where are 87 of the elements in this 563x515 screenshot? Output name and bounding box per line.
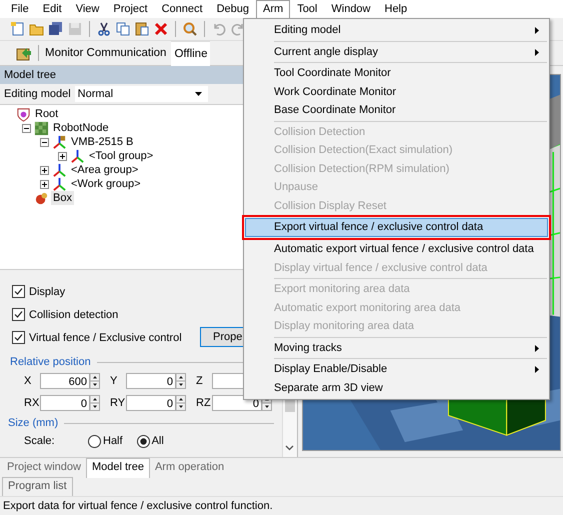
collapse-icon[interactable] (22, 124, 31, 132)
menu-bar-item[interactable]: View (68, 0, 106, 18)
field-label: RY (110, 397, 126, 409)
checkbox[interactable] (12, 308, 25, 321)
menu-bar-item[interactable]: Debug (210, 0, 256, 18)
scale-label: Scale: (24, 435, 56, 447)
copy-icon[interactable] (115, 21, 131, 37)
submenu-arrow-icon (535, 344, 539, 352)
editing-model-dropdown[interactable]: Normal (74, 86, 208, 102)
field-label: Z (196, 375, 204, 387)
tab[interactable]: Project window (2, 459, 86, 478)
expand-icon[interactable] (40, 180, 49, 188)
field-label: X (24, 375, 32, 387)
radio-label: All (152, 435, 164, 447)
tab[interactable]: Model tree (86, 458, 150, 478)
collapse-icon[interactable] (40, 138, 49, 146)
expand-icon[interactable] (58, 152, 67, 160)
axes-icon (52, 134, 67, 150)
expand-icon[interactable] (40, 166, 49, 174)
menu-bar-item[interactable]: Arm (256, 0, 290, 18)
checker-icon (34, 120, 49, 136)
paste-icon[interactable] (134, 21, 150, 37)
radio-button[interactable] (88, 434, 101, 448)
tab[interactable]: Arm operation (150, 459, 230, 478)
menu-item[interactable]: Display Enable/Disable (246, 360, 547, 378)
menu-bar-item[interactable]: Tool (290, 0, 324, 18)
tree-item[interactable]: Root (33, 107, 60, 121)
tree-item[interactable]: RobotNode (51, 121, 111, 135)
tree-item[interactable]: Box (51, 191, 74, 205)
redo-icon[interactable] (230, 21, 246, 37)
menu-item[interactable]: Editing model (246, 21, 547, 40)
tree-item[interactable]: <Work group> (69, 177, 143, 191)
caret-icon (194, 92, 202, 96)
menu-bar-item[interactable]: Help (378, 0, 414, 18)
group-title: Relative position (10, 356, 91, 368)
number-field[interactable]: 600 (40, 373, 90, 389)
radio-label: Half (103, 435, 123, 447)
number-field[interactable]: 0 (40, 395, 90, 411)
tree-item[interactable]: VMB-2515 B (69, 135, 136, 149)
checkbox[interactable] (12, 331, 25, 344)
axes-icon (70, 148, 85, 164)
menu-bar-item[interactable]: Connect (154, 0, 210, 18)
menu-bar-item[interactable]: Edit (36, 0, 69, 18)
spinner-button[interactable] (176, 373, 186, 389)
number-field[interactable]: 0 (126, 395, 176, 411)
tree-item[interactable]: <Area group> (69, 163, 140, 177)
field-label: RZ (196, 397, 212, 409)
menu-item[interactable]: Work Coordinate Monitor (246, 82, 547, 101)
checkbox-label: Display (29, 286, 66, 298)
spinner-button[interactable] (90, 395, 100, 411)
scroll-down-icon (285, 445, 294, 451)
menu-item[interactable]: Export virtual fence / exclusive control data (245, 218, 548, 237)
submenu-arrow-icon (535, 27, 539, 34)
group-title: Size (mm) (8, 417, 58, 429)
editing-model-label: Editing model (4, 88, 71, 100)
ball-icon (34, 190, 49, 206)
spinner-button[interactable] (176, 395, 186, 411)
search-icon[interactable] (182, 21, 198, 37)
menu-item[interactable]: Separate arm 3D view (246, 378, 547, 397)
tab[interactable]: Program list (2, 477, 73, 496)
menu-item[interactable]: Current angle display (246, 42, 547, 61)
menu-bar-item[interactable]: Window (324, 0, 378, 18)
cut-icon[interactable] (96, 21, 112, 37)
checkbox-label: Virtual fence / Exclusive control (29, 332, 182, 344)
monitor-status: Offline (171, 40, 210, 66)
delete-icon[interactable] (153, 21, 169, 37)
submenu-arrow-icon (535, 366, 539, 373)
number-field[interactable]: 0 (126, 373, 176, 389)
radio-button[interactable] (136, 434, 150, 448)
save-all-icon[interactable] (48, 21, 64, 37)
submenu-arrow-icon (535, 48, 539, 56)
tree-item[interactable]: <Tool group> (87, 149, 156, 163)
axes-icon (52, 162, 67, 178)
menu-item[interactable]: Base Coordinate Monitor (246, 101, 547, 120)
status-bar: Export data for virtual fence / exclusive control function. (0, 496, 563, 515)
axes-icon (52, 176, 67, 192)
shield-icon (16, 106, 31, 122)
menu-bar-item[interactable]: Project (106, 0, 155, 18)
menu-bar-item[interactable]: File (4, 0, 36, 18)
monitor-label: Monitor Communication (45, 47, 166, 59)
checkbox-label: Collision detection (29, 308, 118, 320)
field-label: RX (24, 397, 40, 409)
menu-item[interactable]: Automatic export virtual fence / exclusive control data (246, 240, 547, 258)
new-file-icon[interactable] (10, 21, 26, 37)
spinner-button[interactable] (90, 373, 100, 389)
field-label: Y (110, 375, 118, 387)
checkbox[interactable] (12, 285, 25, 298)
